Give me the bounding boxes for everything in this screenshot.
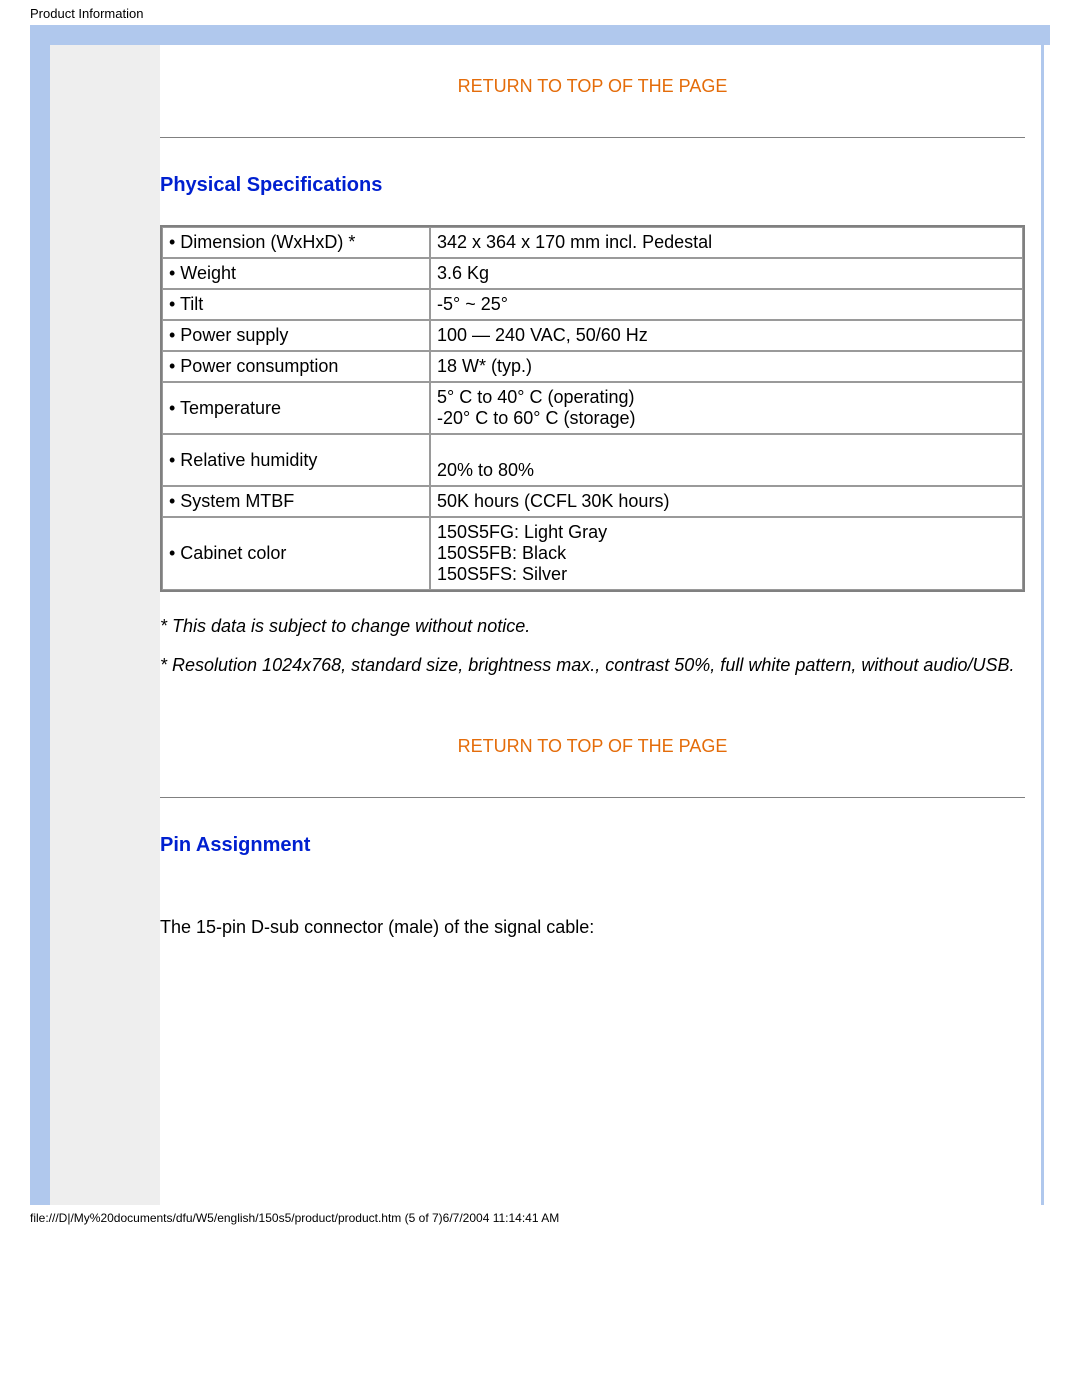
table-row: • System MTBF 50K hours (CCFL 30K hours) [162, 486, 1023, 517]
return-to-top-link[interactable]: RETURN TO TOP OF THE PAGE [458, 736, 728, 756]
right-border [1041, 45, 1044, 1205]
page-footer-path: file:///D|/My%20documents/dfu/W5/english… [0, 1205, 1080, 1225]
footnote-2: * Resolution 1024x768, standard size, br… [160, 655, 1025, 676]
pin-assignment-heading: Pin Assignment [160, 834, 1025, 857]
table-row: • Temperature 5° C to 40° C (operating) … [162, 382, 1023, 434]
spec-label: • System MTBF [162, 486, 430, 517]
spec-label: • Temperature [162, 382, 430, 434]
spec-value: 5° C to 40° C (operating) -20° C to 60° … [430, 382, 1023, 434]
table-row: • Power consumption 18 W* (typ.) [162, 351, 1023, 382]
table-row: • Power supply 100 — 240 VAC, 50/60 Hz [162, 320, 1023, 351]
table-row: • Dimension (WxHxD) * 342 x 364 x 170 mm… [162, 227, 1023, 258]
divider [160, 797, 1025, 798]
table-row: • Cabinet color 150S5FG: Light Gray 150S… [162, 517, 1023, 590]
spec-label: • Power supply [162, 320, 430, 351]
content-frame: RETURN TO TOP OF THE PAGE Physical Speci… [30, 25, 1050, 1205]
spec-label: • Tilt [162, 289, 430, 320]
spec-value: 18 W* (typ.) [430, 351, 1023, 382]
footnote-1: * This data is subject to change without… [160, 616, 1025, 637]
physical-specs-table: • Dimension (WxHxD) * 342 x 364 x 170 mm… [160, 225, 1025, 592]
spec-label: • Dimension (WxHxD) * [162, 227, 430, 258]
table-row: • Relative humidity 20% to 80% [162, 434, 1023, 486]
spec-label: • Cabinet color [162, 517, 430, 590]
left-gutter [50, 45, 160, 1205]
physical-specifications-heading: Physical Specifications [160, 174, 1025, 197]
spec-value: 150S5FG: Light Gray 150S5FB: Black 150S5… [430, 517, 1023, 590]
spec-label: • Power consumption [162, 351, 430, 382]
spec-value: 100 — 240 VAC, 50/60 Hz [430, 320, 1023, 351]
return-to-top-link[interactable]: RETURN TO TOP OF THE PAGE [458, 76, 728, 96]
table-row: • Weight 3.6 Kg [162, 258, 1023, 289]
table-row: • Tilt -5° ~ 25° [162, 289, 1023, 320]
spec-value: -5° ~ 25° [430, 289, 1023, 320]
spec-value: 20% to 80% [430, 434, 1023, 486]
spec-value: 3.6 Kg [430, 258, 1023, 289]
spec-label: • Relative humidity [162, 434, 430, 486]
pin-assignment-intro: The 15-pin D-sub connector (male) of the… [160, 917, 1025, 938]
spec-value: 342 x 364 x 170 mm incl. Pedestal [430, 227, 1023, 258]
spec-value: 50K hours (CCFL 30K hours) [430, 486, 1023, 517]
spec-label: • Weight [162, 258, 430, 289]
page-header-title: Product Information [0, 0, 1080, 25]
divider [160, 137, 1025, 138]
